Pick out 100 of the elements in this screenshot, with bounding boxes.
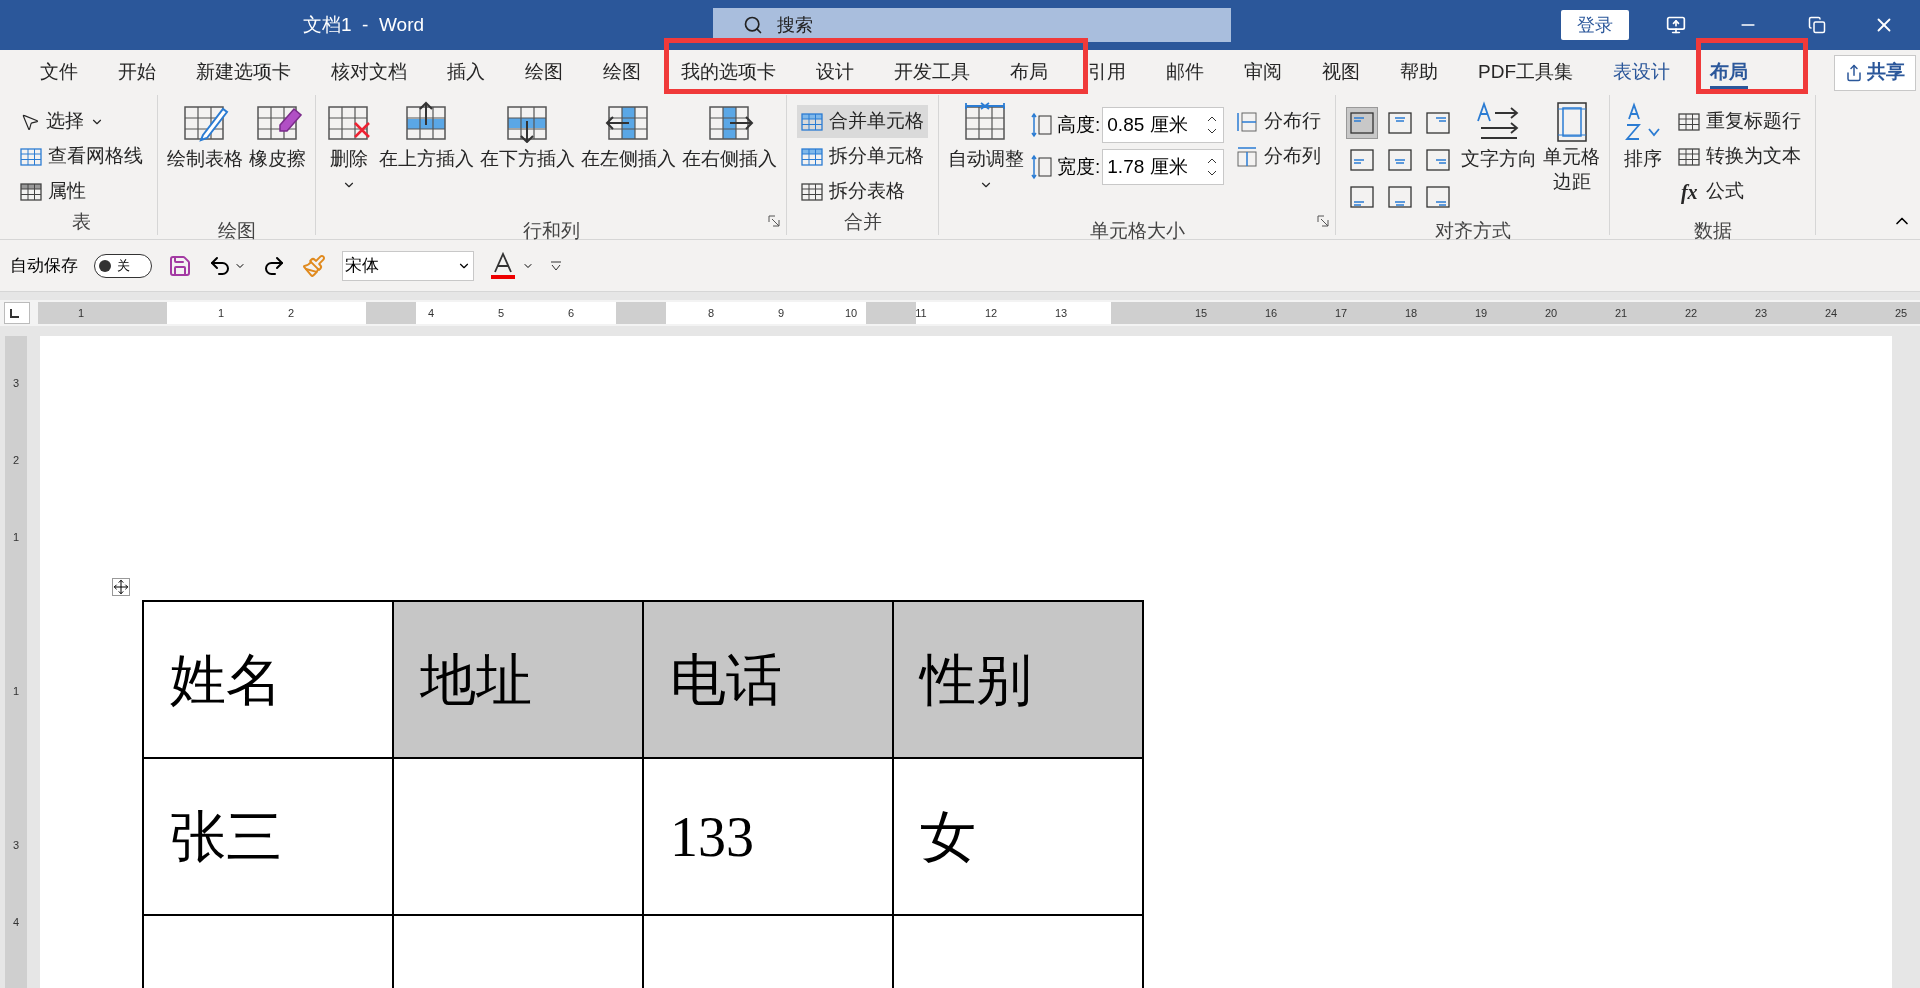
ruler-number: 25 <box>1893 305 1909 321</box>
ribbon-button[interactable]: 查看网格线 <box>16 140 147 173</box>
ribbon-button[interactable]: 在上方插入 <box>376 99 477 217</box>
ribbon-button[interactable]: 选择 <box>16 105 147 138</box>
search-icon <box>743 15 763 35</box>
ruler-number: 21 <box>1613 305 1629 321</box>
ribbon-tab[interactable]: 文件 <box>20 50 98 95</box>
ribbon-button[interactable]: 自动调整 <box>945 99 1027 217</box>
ribbon-tab[interactable]: 开发工具 <box>874 50 990 95</box>
ribbon-button[interactable]: 排序 <box>1616 99 1671 217</box>
table-properties-icon <box>20 182 42 201</box>
ribbon-button[interactable]: 分布列 <box>1232 140 1326 173</box>
share-button[interactable]: 共享 <box>1834 54 1916 91</box>
ribbon-tab[interactable]: 视图 <box>1302 50 1380 95</box>
ribbon-button[interactable]: 橡皮擦 <box>246 99 309 217</box>
size-arrow-icon <box>1031 112 1055 138</box>
spin-field[interactable]: 1.78 厘米 <box>1102 149 1225 185</box>
align-button[interactable] <box>1346 107 1379 139</box>
login-button[interactable]: 登录 <box>1561 10 1629 40</box>
ruler-number: 10 <box>843 305 859 321</box>
search-field[interactable]: 搜索 <box>713 8 1231 42</box>
font-color-icon[interactable] <box>490 251 516 280</box>
table-cell: 女 <box>893 758 1143 915</box>
restore-icon[interactable] <box>1808 16 1826 34</box>
ruler-number: 16 <box>1263 305 1279 321</box>
ribbon-button[interactable]: 在左侧插入 <box>578 99 679 217</box>
tab-selector[interactable] <box>4 302 30 324</box>
ruler-number: 3 <box>12 840 20 853</box>
ribbon-button[interactable]: 在下方插入 <box>477 99 578 217</box>
ribbon-button[interactable]: 删除 <box>322 99 376 217</box>
ruler-number: 9 <box>776 305 786 321</box>
ruler-number: 1 <box>76 305 86 321</box>
ribbon-tab[interactable]: 新建选项卡 <box>176 50 311 95</box>
table-icon <box>1678 112 1701 131</box>
ruler-number: 23 <box>1753 305 1769 321</box>
ribbon-tab[interactable]: 帮助 <box>1380 50 1458 95</box>
ribbon-tab[interactable]: PDF工具集 <box>1458 50 1593 95</box>
dialog-launcher-icon[interactable] <box>1317 215 1330 227</box>
spin-arrows-icon <box>1207 156 1218 178</box>
ribbon-button[interactable]: 属性 <box>16 175 147 208</box>
ribbon-tab[interactable]: 开始 <box>98 50 176 95</box>
table-cell: 133 <box>643 758 893 915</box>
ruler-number: 20 <box>1543 305 1559 321</box>
ruler-number: 4 <box>12 917 20 930</box>
ruler-number: 12 <box>983 305 999 321</box>
ribbon-tab[interactable]: 表设计 <box>1593 50 1690 95</box>
ribbon-tab[interactable]: 审阅 <box>1224 50 1302 95</box>
ruler-number: 11 <box>914 305 928 321</box>
ribbon-tab[interactable]: 设计 <box>796 50 874 95</box>
ruler-number: 6 <box>566 305 576 321</box>
table-move-handle[interactable] <box>112 578 130 596</box>
ribbon-button[interactable]: 分布行 <box>1232 105 1326 138</box>
ribbon-button[interactable]: 拆分表格 <box>797 175 928 208</box>
ruler-number: 1 <box>216 305 226 321</box>
table-cell: 地址 <box>393 601 643 758</box>
ruler-number: 19 <box>1473 305 1489 321</box>
ribbon-button[interactable]: 在右侧插入 <box>679 99 780 217</box>
table-cell: 电话 <box>643 601 893 758</box>
ribbon-button[interactable]: 拆分单元格 <box>797 140 928 173</box>
ruler-number: 1 <box>12 686 20 699</box>
group-label: 表 <box>72 210 91 234</box>
ribbon-button[interactable]: 绘制表格 <box>164 99 246 217</box>
ribbon-tab[interactable]: 布局 <box>990 50 1068 95</box>
ribbon-button[interactable]: 单元格边距 <box>1540 99 1604 217</box>
tab-stop-icon <box>9 309 19 319</box>
ribbon-tab[interactable]: 我的选项卡 <box>661 50 796 95</box>
autosave-toggle[interactable]: 关 <box>94 253 152 278</box>
ribbon-button[interactable]: 文字方向 <box>1458 99 1541 217</box>
distribute-rows-icon <box>1236 110 1259 133</box>
group-label: 行和列 <box>522 219 580 243</box>
distribute-columns-icon <box>1236 145 1259 168</box>
ribbon-button[interactable]: 重复标题行 <box>1674 105 1806 138</box>
group-label: 对齐方式 <box>1434 219 1511 243</box>
customize-toolbar-icon[interactable] <box>550 259 562 272</box>
table-grid-icon <box>20 147 42 166</box>
ribbon-tab[interactable]: 引用 <box>1068 50 1146 95</box>
ribbon-tab[interactable]: 核对文档 <box>311 50 427 95</box>
ruler-number: 8 <box>706 305 716 321</box>
ruler-number: 22 <box>1683 305 1699 321</box>
field-label: 高度: <box>1057 112 1101 137</box>
group-label: 数据 <box>1693 219 1732 243</box>
ribbon-tab[interactable]: 绘图 <box>505 50 583 95</box>
ribbon-button[interactable]: 转换为文本 <box>1674 140 1806 173</box>
spin-field[interactable]: 0.85 厘米 <box>1102 107 1225 143</box>
table-cells-icon <box>801 112 823 131</box>
table-icon <box>801 182 823 201</box>
ribbon-button[interactable]: 合并单元格 <box>797 105 928 138</box>
ribbon-tab[interactable]: 布局 <box>1690 50 1768 95</box>
save-icon[interactable] <box>168 253 192 278</box>
ribbon-display-icon[interactable] <box>1666 15 1686 35</box>
ribbon-button[interactable]: fx 公式 <box>1674 175 1806 208</box>
size-arrow-icon <box>1031 154 1055 180</box>
font-dropdown[interactable]: 宋体 <box>342 250 474 281</box>
ruler-number: 15 <box>1193 305 1209 321</box>
dialog-launcher-icon[interactable] <box>768 215 780 227</box>
ribbon-tab[interactable]: 邮件 <box>1146 50 1224 95</box>
ruler-number: 2 <box>12 455 20 468</box>
ribbon-tab[interactable]: 插入 <box>427 50 505 95</box>
ribbon-tab[interactable]: 绘图 <box>583 50 661 95</box>
table-cells-icon <box>801 147 823 166</box>
